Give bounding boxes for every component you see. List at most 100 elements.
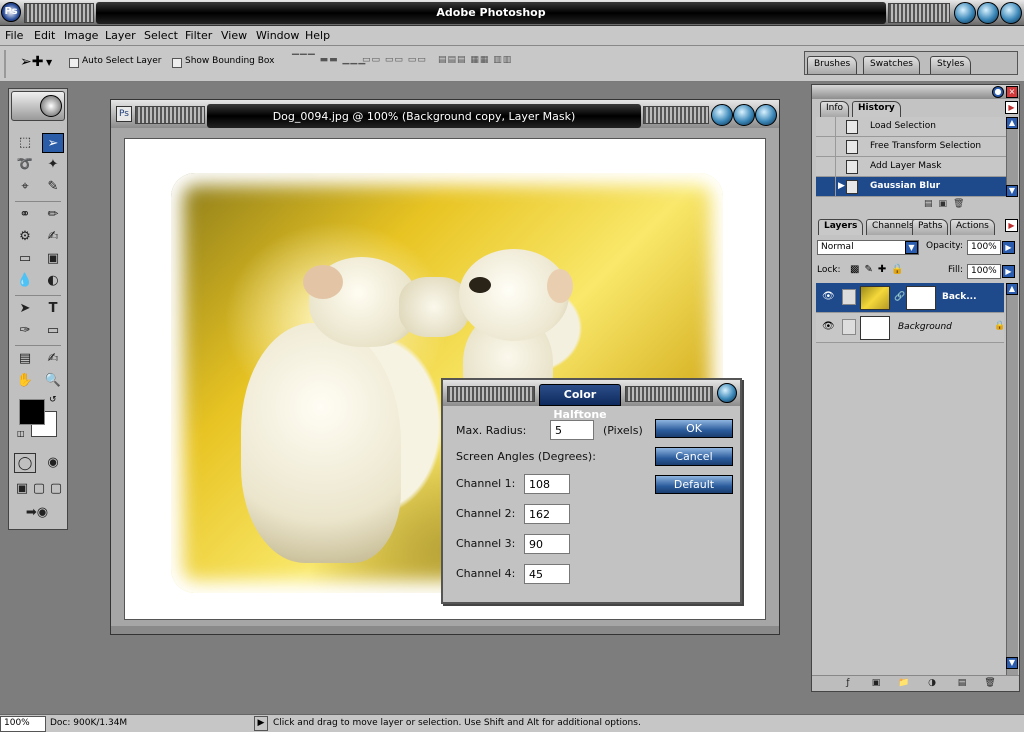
adjustment-layer-icon[interactable]: ◑ [926, 678, 938, 689]
channel-3-input[interactable]: 90 [524, 534, 570, 554]
tab-styles[interactable]: Styles [930, 56, 972, 74]
dialog-close-button[interactable] [717, 383, 737, 403]
delete-layer-icon[interactable]: 🗑 [984, 678, 996, 689]
tab-history[interactable]: History [852, 101, 901, 117]
default-colors-icon[interactable]: ◫ [17, 429, 25, 438]
history-menu-arrow-icon[interactable]: ▶ [1005, 101, 1018, 114]
new-set-icon[interactable]: 📁 [898, 678, 910, 689]
history-item[interactable]: Add Layer Mask [816, 157, 1006, 177]
channel-1-input[interactable]: 108 [524, 474, 570, 494]
path-selection-tool-icon[interactable]: ➤ [14, 299, 36, 319]
new-layer-icon[interactable]: ▤ [956, 678, 968, 689]
align-center-icons[interactable]: ▭▭ ▭▭ ▭▭ [362, 55, 427, 69]
scroll-down-icon[interactable]: ▼ [1006, 657, 1018, 669]
toolbox-eye-icon[interactable] [40, 95, 62, 117]
status-menu-arrow-icon[interactable]: ▶ [254, 716, 268, 731]
minimize-button[interactable] [954, 2, 976, 24]
layer-row-selected[interactable]: 👁 🔗 Back... [816, 283, 1004, 313]
history-item-selected[interactable]: ▶ Gaussian Blur [816, 177, 1006, 197]
jump-to-imageready-icon[interactable]: ➡◉ [14, 503, 60, 523]
zoom-field[interactable]: 100% [0, 716, 46, 732]
scroll-up-icon[interactable]: ▲ [1006, 283, 1018, 295]
document-icon[interactable]: Ps [116, 106, 132, 122]
pen-tool-icon[interactable]: ✑ [14, 321, 36, 341]
layer-thumbnail[interactable] [860, 316, 890, 340]
blur-tool-icon[interactable]: 💧 [14, 271, 36, 291]
channel-4-input[interactable]: 45 [524, 564, 570, 584]
lasso-tool-icon[interactable]: ➰ [14, 155, 36, 175]
tab-info[interactable]: Info [820, 101, 850, 117]
close-button[interactable] [1000, 2, 1022, 24]
menu-image[interactable]: Image [64, 29, 98, 42]
document-title-bar[interactable]: Ps Dog_0094.jpg @ 100% (Background copy,… [111, 100, 779, 128]
doc-minimize-button[interactable] [711, 104, 733, 126]
blend-mode-select[interactable]: Normal [817, 240, 919, 255]
layer-name[interactable]: Background [898, 322, 952, 332]
brush-tool-icon[interactable]: ✏ [42, 205, 64, 225]
history-footer-icons[interactable]: ▤▣🗑 [924, 199, 1014, 213]
layer-name[interactable]: Back... [942, 292, 977, 302]
bounding-box-checkbox[interactable] [172, 58, 182, 68]
palette-minimize-button[interactable]: ● [992, 86, 1004, 98]
scroll-up-icon[interactable]: ▲ [1006, 117, 1018, 129]
menu-help[interactable]: Help [305, 29, 330, 42]
crop-tool-icon[interactable]: ⌖ [14, 177, 36, 197]
history-snapshot-box[interactable] [816, 157, 836, 177]
scroll-down-icon[interactable]: ▼ [1006, 185, 1018, 197]
swap-colors-icon[interactable]: ↺ [49, 395, 57, 405]
max-radius-input[interactable]: 5 [550, 420, 594, 440]
layer-mask-link-icon[interactable] [842, 289, 856, 305]
layer-style-icon[interactable]: ƒ [842, 678, 854, 689]
hand-tool-icon[interactable]: ✋ [14, 371, 36, 391]
distribute-icons[interactable]: ▤▤▤ ▦▦ ▥▥ [438, 55, 512, 69]
maximize-button[interactable] [977, 2, 999, 24]
layers-menu-arrow-icon[interactable]: ▶ [1005, 219, 1018, 232]
dodge-tool-icon[interactable]: ◐ [42, 271, 64, 291]
default-button[interactable]: Default [655, 475, 733, 494]
tab-actions[interactable]: Actions [950, 219, 995, 235]
ps-logo-icon[interactable]: Ps [1, 2, 21, 22]
opacity-arrow-icon[interactable]: ▶ [1002, 241, 1015, 254]
doc-maximize-button[interactable] [733, 104, 755, 126]
eyedropper-tool-icon[interactable]: ✍ [42, 349, 64, 369]
zoom-tool-icon[interactable]: 🔍 [42, 371, 64, 391]
history-item[interactable]: Free Transform Selection [816, 137, 1006, 157]
tab-layers[interactable]: Layers [818, 219, 864, 235]
doc-size[interactable]: Doc: 900K/1.34M [50, 718, 127, 728]
menu-edit[interactable]: Edit [34, 29, 55, 42]
slice-tool-icon[interactable]: ✎ [42, 177, 64, 197]
history-brush-tool-icon[interactable]: ✍ [42, 227, 64, 247]
move-tool-icon[interactable]: ➢ [42, 133, 64, 153]
tab-brushes[interactable]: Brushes [807, 56, 858, 74]
screen-mode-full-icon[interactable]: ▢ [48, 479, 64, 499]
layer-mask-thumbnail[interactable] [906, 286, 936, 310]
opacity-input[interactable]: 100% [967, 240, 1001, 255]
quick-mask-mode-icon[interactable]: ◉ [42, 453, 64, 473]
palette-close-button[interactable]: × [1006, 86, 1018, 98]
auto-select-checkbox[interactable] [69, 58, 79, 68]
blend-mode-chevron-down-icon[interactable]: ▼ [905, 241, 918, 254]
history-item[interactable]: Load Selection [816, 117, 1006, 137]
magic-wand-tool-icon[interactable]: ✦ [42, 155, 64, 175]
fill-input[interactable]: 100% [967, 264, 1001, 279]
layer-row[interactable]: 👁 Background 🔒 [816, 313, 1005, 343]
shape-tool-icon[interactable]: ▭ [42, 321, 64, 341]
foreground-color-swatch[interactable] [19, 399, 45, 425]
move-tool-icon[interactable]: ➢✚ [20, 54, 43, 70]
history-snapshot-box[interactable] [816, 117, 836, 137]
menu-window[interactable]: Window [256, 29, 299, 42]
lock-icons[interactable]: ▩✎✚🔒 [850, 264, 909, 275]
layers-scrollbar[interactable]: ▲ ▼ [1006, 283, 1018, 677]
menu-file[interactable]: File [5, 29, 23, 42]
history-scrollbar[interactable]: ▲ ▼ [1006, 117, 1018, 197]
menu-filter[interactable]: Filter [185, 29, 212, 42]
chain-link-icon[interactable]: 🔗 [894, 292, 905, 302]
notes-tool-icon[interactable]: ▤ [14, 349, 36, 369]
healing-brush-tool-icon[interactable]: ⚭ [14, 205, 36, 225]
eraser-tool-icon[interactable]: ▭ [14, 249, 36, 269]
ok-button[interactable]: OK [655, 419, 733, 438]
fill-arrow-icon[interactable]: ▶ [1002, 265, 1015, 278]
tab-swatches[interactable]: Swatches [863, 56, 920, 74]
menu-view[interactable]: View [221, 29, 247, 42]
marquee-tool-icon[interactable]: ⬚ [14, 133, 36, 153]
